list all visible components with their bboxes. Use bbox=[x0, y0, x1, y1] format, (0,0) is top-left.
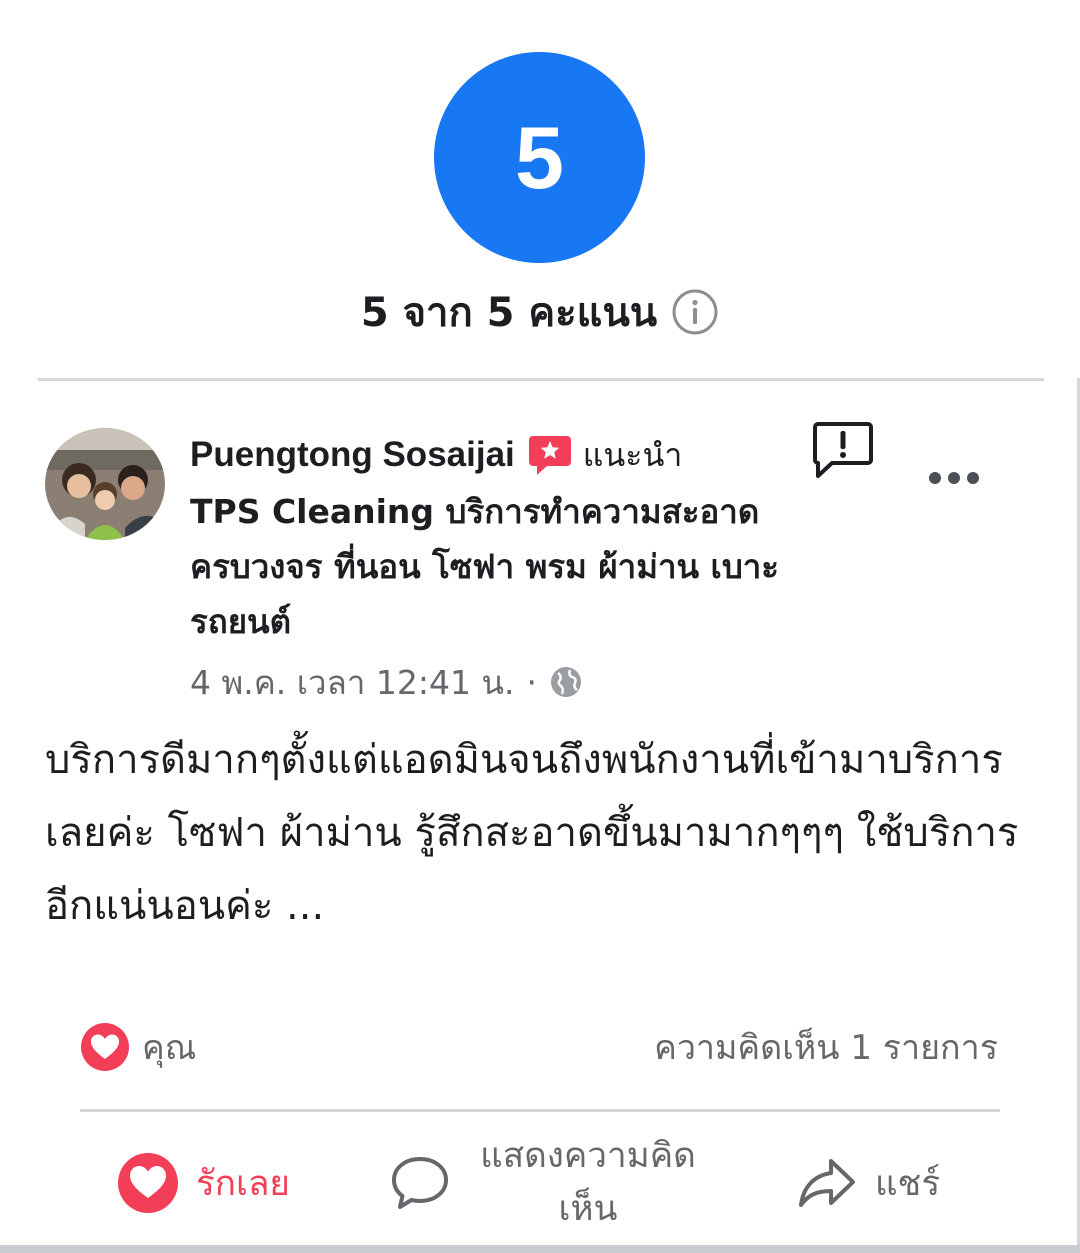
heart-icon bbox=[118, 1153, 178, 1213]
review-meta: 4 พ.ค. เวลา 12:41 น. · bbox=[190, 657, 790, 707]
recommend-label: แนะนำ bbox=[582, 435, 683, 474]
bottom-separator bbox=[0, 1245, 1080, 1253]
comment-count[interactable]: ความคิดเห็น 1 รายการ bbox=[654, 1020, 998, 1074]
reaction-summary[interactable]: คุณ bbox=[80, 1020, 196, 1074]
author-name[interactable]: Puengtong Sosaijai bbox=[190, 435, 515, 475]
rating-summary-text: 5 จาก 5 คะแนน bbox=[360, 290, 658, 336]
share-label: แชร์ bbox=[875, 1163, 941, 1204]
share-icon bbox=[799, 1159, 855, 1207]
love-label: รักเลย bbox=[196, 1163, 290, 1204]
comment-icon bbox=[392, 1157, 448, 1209]
reactor-label: คุณ bbox=[142, 1028, 197, 1068]
avatar[interactable] bbox=[45, 428, 165, 540]
rating-summary: 5 จาก 5 คะแนน bbox=[0, 280, 1080, 344]
review-text: บริการดีมากๆตั้งแต่แอดมินจนถึงพนักงานที่… bbox=[45, 737, 1019, 929]
actions-divider bbox=[80, 1109, 1000, 1112]
report-icon[interactable] bbox=[812, 420, 874, 480]
page-name-link[interactable]: TPS Cleaning บริการทำความสะอาด ครบวงจร ท… bbox=[190, 484, 790, 649]
heart-reaction-icon bbox=[81, 1023, 129, 1071]
share-button[interactable]: แชร์ bbox=[795, 1128, 940, 1238]
review-page: 5 5 จาก 5 คะแนน Puengtong Sosaijai แนะนำ… bbox=[0, 0, 1080, 1253]
review-header: Puengtong Sosaijai แนะนำ TPS Cleaning บร… bbox=[190, 428, 790, 707]
more-options-icon[interactable] bbox=[926, 464, 982, 492]
author-line: Puengtong Sosaijai แนะนำ bbox=[190, 428, 790, 482]
review-date[interactable]: 4 พ.ค. เวลา 12:41 น. bbox=[190, 656, 514, 709]
rating-score: 5 bbox=[515, 107, 564, 207]
comment-label: แสดงความคิดเห็น bbox=[480, 1136, 696, 1229]
info-icon[interactable] bbox=[671, 288, 719, 336]
rating-score-badge: 5 bbox=[434, 52, 645, 263]
globe-icon bbox=[550, 667, 581, 697]
love-button[interactable]: รักเลย bbox=[116, 1128, 290, 1238]
meta-separator: · bbox=[526, 662, 537, 702]
section-divider bbox=[38, 378, 1044, 381]
comment-button[interactable]: แสดงความคิดเห็น bbox=[388, 1128, 708, 1238]
recommend-icon bbox=[528, 436, 571, 475]
